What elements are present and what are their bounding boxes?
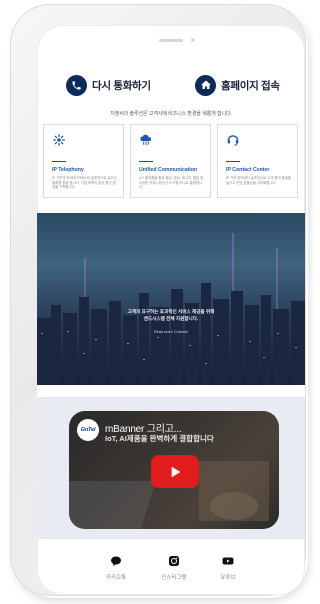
service-cards: IP Telephony IP 기반의 차세대 IPPBX와 솔루션으로 유무선…: [43, 124, 299, 198]
city-skyline-image: [37, 218, 305, 385]
service-title: IP Contact Center: [226, 167, 270, 173]
youtube-icon: [222, 557, 234, 565]
call-again-button[interactable]: 다시 통화하기: [66, 73, 151, 97]
video-section: GnTel mBanner 그리고... IoT, AI제품을 완벽하게 결합합…: [37, 397, 305, 539]
service-description: IP 기반의 차세대 IPPBX와 솔루션으로 유무선 통화를 통합 합니다. …: [52, 176, 117, 190]
service-title: IP Telephony: [52, 167, 84, 173]
video-subtitle: IoT, AI제품을 완벽하게 결합합니다: [105, 434, 214, 443]
service-description: UC 플랫폼을 통해 음성, 영상, 메시지, 협업 등 다양한 커뮤니케이션 …: [139, 176, 204, 190]
play-button[interactable]: [151, 455, 199, 488]
intro-text: 지엔씨의 솔루션은 고객사에 비즈니스 환경을 새롭게 합니다.: [110, 111, 232, 117]
headset-icon: [227, 135, 239, 146]
youtube-video-player[interactable]: GnTel mBanner 그리고... IoT, AI제품을 완벽하게 결합합…: [69, 411, 279, 529]
phone-screen: 다시 통화하기 홈페이지 접속 지엔씨의 솔루션은 고객사에 비즈니스 환경을 …: [37, 25, 305, 595]
service-title: Unified Communication: [139, 167, 198, 173]
section-gap: [37, 385, 305, 397]
hero-link[interactable]: Read more Channel: [37, 330, 305, 334]
play-icon: [171, 466, 181, 477]
channel-logo-text: GnTel: [80, 427, 96, 433]
social-item-youtube[interactable]: 유튜브: [203, 555, 253, 581]
channel-logo: GnTel: [77, 419, 99, 441]
card-divider: [139, 161, 153, 162]
hero-subheadline: 앤드시스템 전체 지원합니다.: [143, 316, 199, 321]
social-links: 카카오톡 인스타그램 유튜브: [37, 555, 305, 595]
page: 다시 통화하기 홈페이지 접속 지엔씨의 솔루션은 고객사에 비즈니스 환경을 …: [0, 0, 314, 604]
phone-frame: 다시 통화하기 홈페이지 접속 지엔씨의 솔루션은 고객사에 비즈니스 환경을 …: [10, 4, 306, 596]
kakaotalk-icon: [111, 556, 121, 566]
instagram-icon: [169, 556, 179, 566]
service-card-ip-contact-center[interactable]: IP Contact Center IP 기반 컨택센터 솔루션으로 고객 응대…: [217, 124, 298, 198]
service-card-unified-communication[interactable]: Unified Communication UC 플랫폼을 통해 음성, 영상,…: [130, 124, 211, 198]
hero-banner: 고객의 요구하는 효과적인 서비스 제공을 위해 앤드시스템 전체 지원합니다.…: [37, 213, 305, 385]
homepage-label: 홈페이지 접속: [221, 79, 280, 92]
homepage-button[interactable]: 홈페이지 접속: [195, 73, 280, 97]
home-icon: [195, 74, 216, 96]
phone-icon: [66, 74, 87, 96]
social-item-instagram[interactable]: 인스타그램: [149, 555, 199, 581]
card-divider: [52, 161, 66, 162]
cloud-icon: [140, 134, 152, 146]
network-hub-icon: [53, 134, 65, 146]
phone-speaker: [159, 39, 183, 42]
service-card-ip-telephony[interactable]: IP Telephony IP 기반의 차세대 IPPBX와 솔루션으로 유무선…: [43, 124, 124, 198]
social-label: 카카오톡: [105, 575, 127, 581]
social-label: 유튜브: [220, 575, 236, 581]
service-description: IP 기반 컨택센터 솔루션으로 고객 응대 품질을 높이고 운영 효율성을 극…: [226, 176, 291, 185]
phone-camera: [191, 38, 195, 42]
call-again-label: 다시 통화하기: [92, 79, 151, 92]
social-label: 인스타그램: [161, 575, 187, 581]
social-item-kakaotalk[interactable]: 카카오톡: [91, 555, 141, 581]
hero-headline: 고객의 요구하는 효과적인 서비스 제공을 위해: [127, 309, 215, 314]
card-divider: [226, 161, 240, 162]
cta-row: 다시 통화하기 홈페이지 접속: [37, 73, 305, 97]
